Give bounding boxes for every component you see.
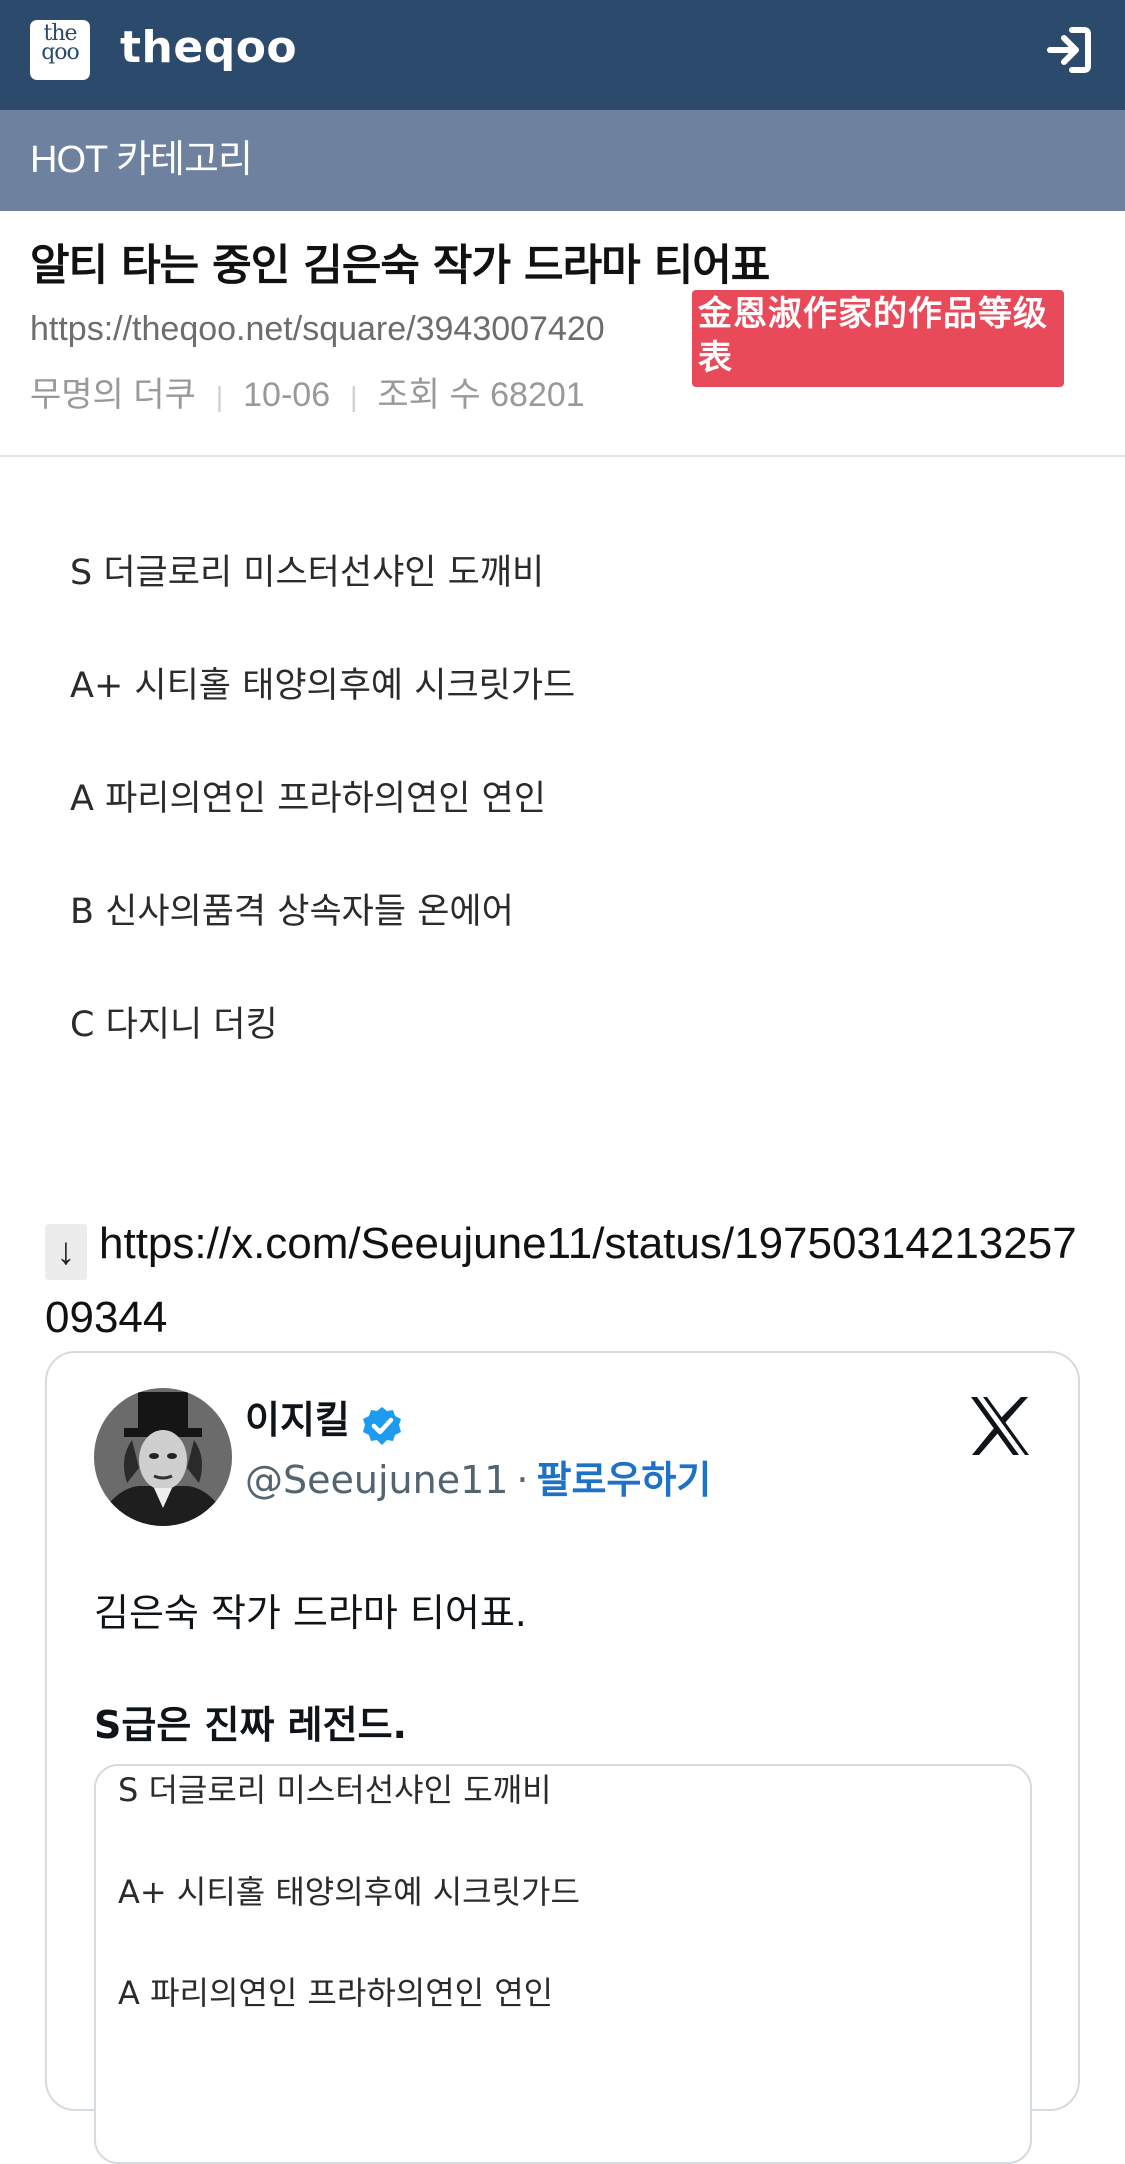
tweet-user-name[interactable]: 이지킬 [245,1395,350,1445]
post-meta: 무명의 더쿠 | 10-06 | 조회 수 68201 [30,372,585,420]
meta-separator: | [215,381,224,412]
post-date: 10-06 [243,376,331,414]
down-arrow-icon: ↓ [45,1224,87,1280]
x-logo-icon[interactable] [967,1395,1033,1457]
post-author: 무명의 더쿠 [30,376,196,414]
follow-button[interactable]: 팔로우하기 [537,1458,712,1502]
tier-row-a-plus: A+ 시티홀 태양의후예 시크릿가드 [70,666,576,706]
tweet-link-line: ↓ https://x.com/Seeujune11/status/1975031… [45,1207,1085,1355]
translation-badge: 金恩淑作家的作品等级表 [692,290,1064,387]
image-tier-row: A+ 시티홀 태양의후예 시크릿가드 [118,1873,580,1911]
post-url-link[interactable]: https://theqoo.net/square/3943007420 [30,306,605,352]
meta-separator: | [350,381,358,412]
image-tier-row: A 파리의연인 프라하의연인 연인 [118,1974,554,2012]
header-divider [0,455,1125,457]
tweet-attached-image[interactable]: S 더글로리 미스터선샤인 도깨비 A+ 시티홀 태양의후예 시크릿가드 A 파… [94,1764,1032,2164]
brand-name[interactable]: theqoo [120,18,297,78]
embedded-tweet-card[interactable]: 이지킬 @Seeujune11 · 팔로우하기 김은숙 작가 드라마 티어표. S급… [45,1351,1080,2164]
tweet-text-line-2: S급은 진짜 레전드. [94,1703,407,1747]
tweet-user-handle-line: @Seeujune11 · 팔로우하기 [245,1455,711,1505]
tier-row-c: C 다지니 더킹 [70,1005,278,1045]
post-title: 알티 타는 중인 김은숙 작가 드라마 티어표 [30,241,770,291]
tweet-url-link[interactable]: https://x.com/Seeujune11/status/19750314… [45,1219,1077,1342]
tier-row-a: A 파리의연인 프라하의연인 연인 [70,779,546,819]
tier-row-s: S 더글로리 미스터선샤인 도깨비 [70,553,545,593]
logo-text: the qoo [41,21,80,65]
theqoo-logo[interactable]: the qoo [30,20,90,80]
image-tier-row: S 더글로리 미스터선샤인 도깨비 [118,1771,552,1809]
tier-row-b: B 신사의품격 상속자들 온에어 [70,892,514,932]
top-navigation-bar: the qoo theqoo [0,0,1125,110]
verified-badge-icon [363,1407,401,1445]
category-bar: HOT 카테고리 [0,110,1125,211]
avatar[interactable] [94,1388,232,1526]
sign-in-icon[interactable] [1042,24,1094,76]
post-views: 조회 수 68201 [377,376,585,414]
tweet-handle[interactable]: @Seeujune11 [245,1458,508,1502]
category-label[interactable]: HOT 카테고리 [30,134,253,186]
tweet-text-line-1: 김은숙 작가 드라마 티어표. [94,1591,527,1635]
handle-separator: · [516,1458,529,1502]
